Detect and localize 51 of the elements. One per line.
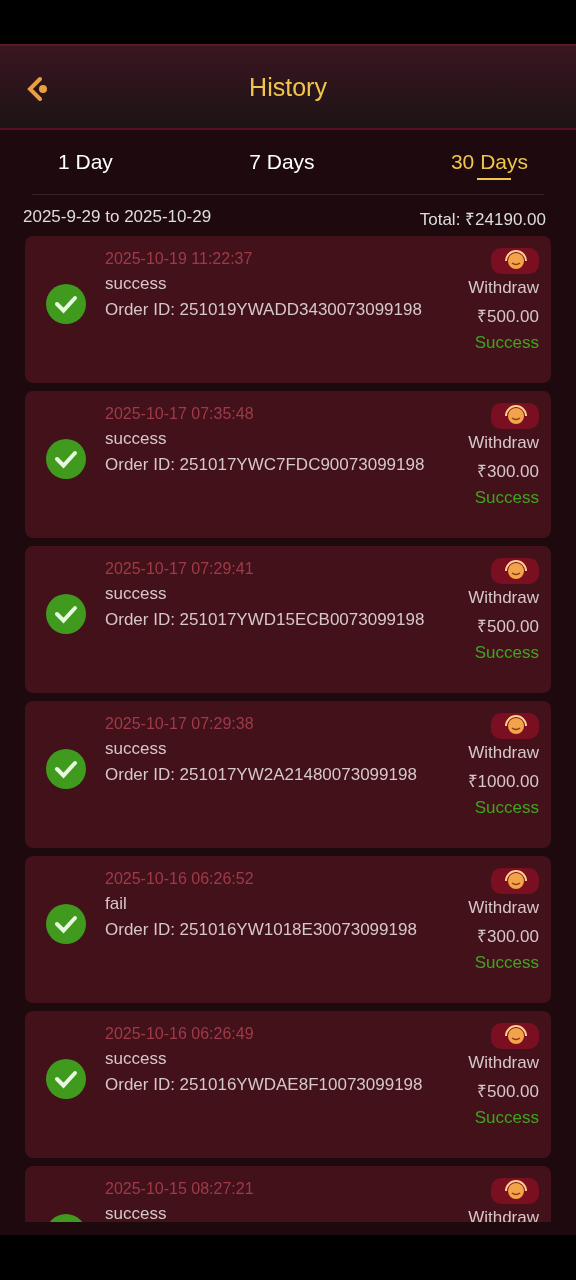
record-status: Success [474, 798, 539, 818]
record-status: Success [474, 643, 539, 663]
support-icon[interactable] [491, 558, 539, 584]
support-icon[interactable] [491, 713, 539, 739]
record-status: Success [474, 333, 539, 353]
page-title: History [249, 72, 327, 102]
record-time: 2025-10-16 06:26:52 [105, 870, 255, 888]
record-type: Withdraw [468, 1053, 539, 1073]
order-id: Order ID: 251019YWADD3430073099198 [105, 300, 423, 320]
record-amount: ₹500.00 [477, 306, 539, 327]
record-type: Withdraw [468, 743, 539, 763]
record-note: fail [105, 894, 128, 914]
record-time: 2025-10-17 07:29:41 [105, 560, 255, 578]
support-icon[interactable] [491, 248, 539, 274]
period-tab[interactable]: 1 Day [52, 142, 119, 182]
total-amount: Total: ₹24190.00 [419, 209, 546, 230]
record-note: success [105, 429, 168, 449]
record-time: 2025-10-19 11:22:37 [105, 250, 254, 268]
record-time: 2025-10-17 07:35:48 [105, 405, 255, 423]
record-note: success [105, 1049, 168, 1069]
record-amount: ₹300.00 [477, 461, 539, 482]
support-icon[interactable] [491, 403, 539, 429]
support-icon[interactable] [491, 1178, 539, 1204]
order-id: Order ID: 251017YWC7FDC90073099198 [105, 455, 426, 475]
record-note: success [105, 739, 168, 759]
period-tab[interactable]: 7 Days [243, 142, 321, 182]
record-time: 2025-10-16 06:26:49 [105, 1025, 255, 1043]
record-time: 2025-10-17 07:29:38 [105, 715, 255, 733]
order-id: Order ID: 251016YW1018E30073099198 [105, 920, 418, 940]
date-range: 2025-9-29 to 2025-10-29 [23, 207, 212, 228]
record-note: success [105, 1204, 168, 1222]
record-type: Withdraw [468, 898, 539, 918]
order-id: Order ID: 251017YWD15ECB0073099198 [105, 610, 426, 630]
order-id: Order ID: 251017YW2A21480073099198 [105, 765, 418, 785]
record-type: Withdraw [468, 433, 539, 453]
support-icon[interactable] [491, 868, 539, 894]
record-status: Success [474, 1108, 539, 1128]
record-note: success [105, 274, 168, 294]
record-status: Success [474, 488, 539, 508]
record-type: Withdraw [468, 278, 539, 298]
record-note: success [105, 584, 168, 604]
record-time: 2025-10-15 08:27:21 [105, 1180, 255, 1198]
record-amount: ₹300.00 [477, 926, 539, 947]
record-amount: ₹500.00 [477, 1081, 539, 1102]
record-amount: ₹1000.00 [467, 771, 539, 792]
period-tab[interactable]: 30 Days [444, 142, 534, 182]
support-icon[interactable] [491, 1023, 539, 1049]
record-status: Success [474, 953, 539, 973]
record-type: Withdraw [468, 588, 539, 608]
order-id: Order ID: 251016YWDAE8F10073099198 [105, 1075, 424, 1095]
record-amount: ₹500.00 [477, 616, 539, 637]
